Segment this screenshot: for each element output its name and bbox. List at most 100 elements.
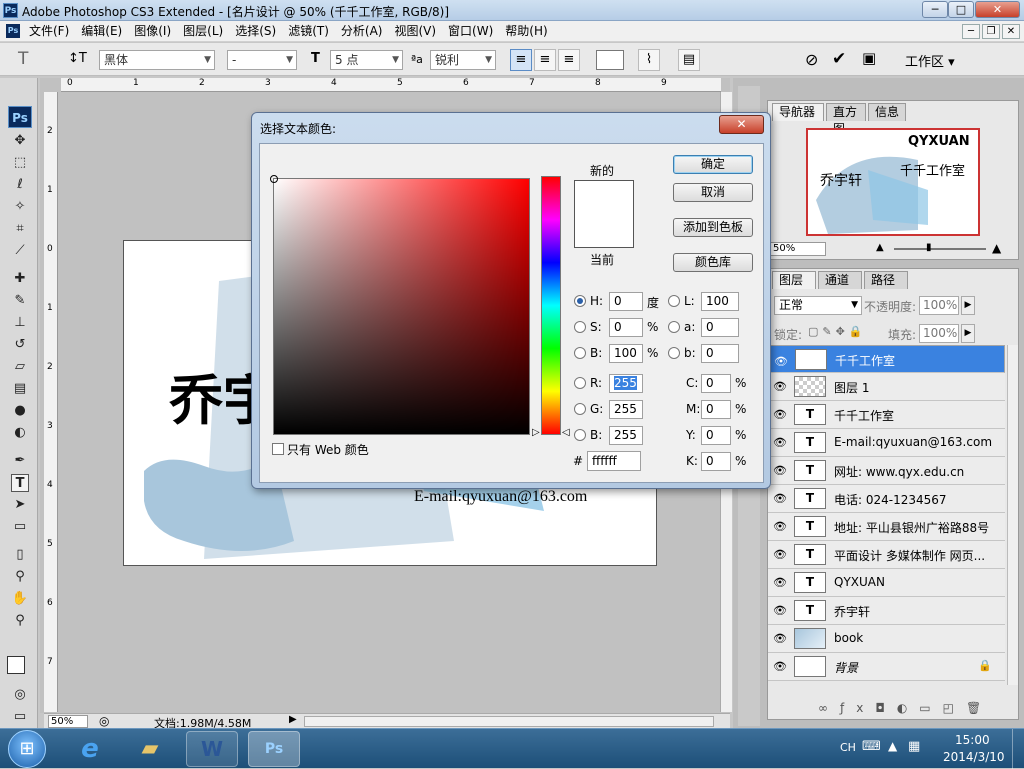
layers-scrollbar[interactable] (1007, 345, 1018, 685)
menu-item[interactable]: 图像(I) (128, 21, 177, 42)
align-center-button[interactable]: ≡ (534, 49, 556, 71)
rgb-field[interactable]: 255 (609, 400, 643, 419)
layer-row[interactable]: 👁 T 网址: www.qyx.edu.cn (768, 457, 1005, 485)
eyedropper-tool-icon[interactable]: ⚲ (11, 568, 29, 586)
slice-tool-icon[interactable]: ⟋ (11, 242, 29, 260)
opacity-field[interactable]: 100% (919, 296, 959, 315)
layer-row[interactable]: 👁 book (768, 625, 1005, 653)
eraser-tool-icon[interactable]: ▱ (11, 358, 29, 376)
status-menu-arrow-icon[interactable]: ▶ (289, 714, 297, 725)
text-orientation-icon[interactable]: ↕T (68, 51, 87, 66)
align-right-button[interactable]: ≡ (558, 49, 580, 71)
font-style-select[interactable]: - ▼ (227, 50, 297, 70)
file-explorer-icon[interactable]: ▰ (124, 731, 176, 767)
lab-field[interactable]: 0 (701, 318, 739, 337)
hsb-field[interactable]: 0 (609, 292, 643, 311)
start-button[interactable]: ⊞ (8, 730, 46, 768)
layer-row[interactable]: 👁 T 千千工作室 (768, 345, 1005, 373)
commit-edits-icon[interactable]: ✔ (832, 49, 846, 69)
menu-item[interactable]: 图层(L) (177, 21, 229, 42)
notes-tool-icon[interactable]: ▯ (11, 546, 29, 564)
antialias-select[interactable]: 锐利 ▼ (430, 50, 496, 70)
show-desktop-button[interactable] (1012, 729, 1024, 769)
menu-item[interactable]: 选择(S) (229, 21, 282, 42)
zoom-in-icon[interactable]: ▲ (992, 241, 1001, 255)
menu-item[interactable]: 编辑(E) (75, 21, 128, 42)
lasso-tool-icon[interactable]: ℓ (11, 176, 29, 194)
hue-slider-right-arrow-icon[interactable]: ◁ (562, 427, 570, 438)
word-icon[interactable]: W (186, 731, 238, 767)
layer-row[interactable]: 👁 T E-mail:qyuxuan@163.com (768, 429, 1005, 457)
blend-mode-select[interactable]: 正常 ▼ (774, 296, 862, 315)
rgb-radio[interactable] (574, 377, 586, 389)
hsb-radio[interactable] (574, 321, 586, 333)
opacity-arrow-icon[interactable]: ▶ (961, 296, 975, 315)
document-window-close-button[interactable]: ✕ (1002, 24, 1020, 39)
ok-button[interactable]: 确定 (673, 155, 753, 174)
visibility-eye-icon[interactable]: 👁 (773, 576, 787, 589)
font-size-select[interactable]: 5 点 ▼ (330, 50, 403, 70)
menu-item[interactable]: 文件(F) (23, 21, 75, 42)
layer-row[interactable]: 👁 T 乔宇轩 (768, 597, 1005, 625)
rgb-field[interactable]: 255 (609, 426, 643, 445)
zoom-slider-track[interactable] (894, 248, 986, 250)
workspace-menu[interactable]: 工作区 ▾ (905, 51, 955, 70)
close-button[interactable]: ✕ (975, 1, 1020, 18)
layer-row[interactable]: 👁 T 地址: 平山县银州广裕路88号 (768, 513, 1005, 541)
navigator-preview[interactable]: QYXUAN 千千工作室 乔宇轩 (806, 128, 980, 236)
navigator-zoom-field[interactable]: 50% (770, 242, 826, 256)
layer-row[interactable]: 👁 T 千千工作室 (768, 401, 1005, 429)
color-field-cursor[interactable] (270, 175, 278, 183)
lab-radio[interactable] (668, 295, 680, 307)
history-brush-tool-icon[interactable]: ↺ (11, 336, 29, 354)
saturation-brightness-field[interactable] (270, 175, 530, 435)
visibility-eye-icon[interactable]: 👁 (773, 660, 787, 673)
move-tool-icon[interactable]: ✥ (11, 132, 29, 150)
minimize-button[interactable]: ─ (922, 1, 948, 18)
document-window-restore-button[interactable]: ❐ (982, 24, 1000, 39)
visibility-eye-icon[interactable]: 👁 (774, 353, 788, 371)
hsb-radio[interactable] (574, 295, 586, 307)
web-only-checkbox[interactable] (272, 443, 284, 455)
quick-mask-icon[interactable]: ◎ (11, 686, 29, 704)
lab-radio[interactable] (668, 321, 680, 333)
layer-actions-icons[interactable]: ∞ƒx◘◐▭◰🗑 (818, 701, 993, 715)
clock-time[interactable]: 15:00 (955, 733, 990, 747)
layers-tab[interactable]: 图层 (772, 271, 816, 289)
path-selection-tool-icon[interactable]: ➤ (11, 496, 29, 514)
layer-row[interactable]: 👁 图层 1 (768, 373, 1005, 401)
visibility-eye-icon[interactable]: 👁 (773, 520, 787, 533)
hsb-radio[interactable] (574, 347, 586, 359)
keyboard-icon[interactable]: ⌨ (862, 739, 881, 754)
photoshop-taskbar-icon[interactable]: Ps (248, 731, 300, 767)
visibility-eye-icon[interactable]: 👁 (773, 548, 787, 561)
menu-app-icon[interactable]: Ps (6, 24, 20, 38)
visibility-eye-icon[interactable]: 👁 (773, 604, 787, 617)
rgb-radio[interactable] (574, 429, 586, 441)
visibility-eye-icon[interactable]: 👁 (773, 408, 787, 421)
magic-wand-tool-icon[interactable]: ✧ (11, 198, 29, 216)
visibility-eye-icon[interactable]: 👁 (773, 436, 787, 449)
rgb-radio[interactable] (574, 403, 586, 415)
visibility-eye-icon[interactable]: 👁 (773, 632, 787, 645)
color-libraries-button[interactable]: 颜色库 (673, 253, 753, 272)
layers-tab[interactable]: 路径 (864, 271, 908, 289)
document-window-minimize-button[interactable]: ─ (962, 24, 980, 39)
warp-text-button[interactable]: ⌇ (638, 49, 660, 71)
visibility-eye-icon[interactable]: 👁 (773, 464, 787, 477)
add-to-swatches-button[interactable]: 添加到色板 (673, 218, 753, 237)
menu-item[interactable]: 视图(V) (388, 21, 442, 42)
gradient-tool-icon[interactable]: ▤ (11, 380, 29, 398)
horizontal-scrollbar[interactable] (304, 716, 714, 727)
menu-item[interactable]: 帮助(H) (499, 21, 553, 42)
type-tool-icon[interactable]: T (11, 474, 29, 492)
text-color-swatch[interactable] (596, 50, 624, 70)
bridge-icon[interactable]: ▣ (862, 49, 876, 67)
document-icon[interactable]: ◎ (99, 714, 109, 728)
crop-tool-icon[interactable]: ⌗ (11, 220, 29, 238)
navigator-tab[interactable]: 直方图 (826, 103, 866, 136)
healing-brush-tool-icon[interactable]: ✚ (11, 270, 29, 288)
zoom-out-icon[interactable]: ▲ (876, 242, 884, 253)
clone-stamp-tool-icon[interactable]: ⊥ (11, 314, 29, 332)
clock-date[interactable]: 2014/3/10 (943, 750, 1005, 764)
